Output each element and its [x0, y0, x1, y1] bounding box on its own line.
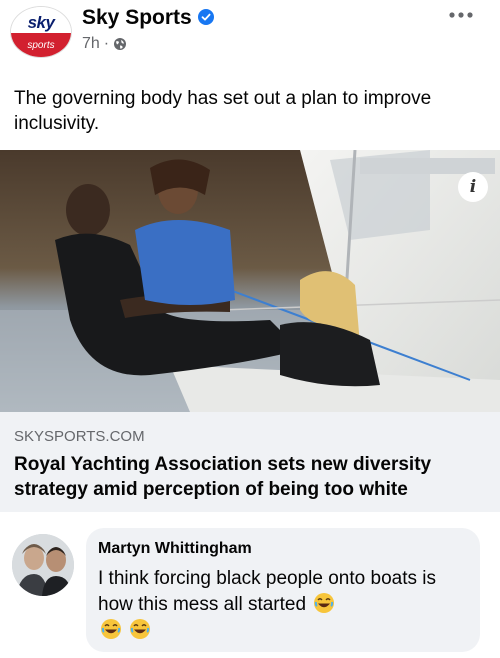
info-icon[interactable]: i	[458, 172, 488, 202]
globe-icon	[114, 38, 127, 50]
link-preview-box[interactable]: SKYSPORTS.COM Royal Yachting Association…	[0, 412, 500, 512]
laughing-emoji-icon	[130, 619, 151, 639]
post-text: The governing body has set out a plan to…	[14, 88, 432, 134]
verified-icon	[198, 9, 214, 25]
post-header: sky sports Sky Sports 7h ·	[0, 0, 500, 70]
post-meta: 7h ·	[82, 35, 127, 53]
comment-author[interactable]: Martyn Whittingham	[98, 540, 252, 558]
post-time[interactable]: 7h	[82, 35, 100, 53]
commenter-avatar[interactable]	[12, 534, 74, 596]
link-title[interactable]: Royal Yachting Association sets new dive…	[14, 452, 494, 502]
link-preview-image[interactable]	[0, 150, 500, 412]
comment-text: I think forcing black people onto boats …	[98, 566, 468, 644]
laughing-emoji-icon	[101, 619, 121, 639]
page-name[interactable]: Sky Sports	[82, 6, 192, 30]
avatar-logo-top: sky	[27, 13, 55, 32]
more-options-icon[interactable]	[448, 10, 474, 20]
comment: Martyn Whittingham I think forcing black…	[0, 520, 500, 658]
link-domain: SKYSPORTS.COM	[14, 428, 145, 445]
page-avatar[interactable]: sky sports	[10, 6, 72, 58]
comment-body: I think forcing black people onto boats …	[98, 568, 436, 615]
avatar-logo-bottom: sports	[27, 39, 55, 51]
meta-separator: ·	[103, 35, 110, 52]
laughing-emoji-icon	[314, 593, 335, 613]
comment-bubble: Martyn Whittingham I think forcing black…	[86, 528, 480, 652]
